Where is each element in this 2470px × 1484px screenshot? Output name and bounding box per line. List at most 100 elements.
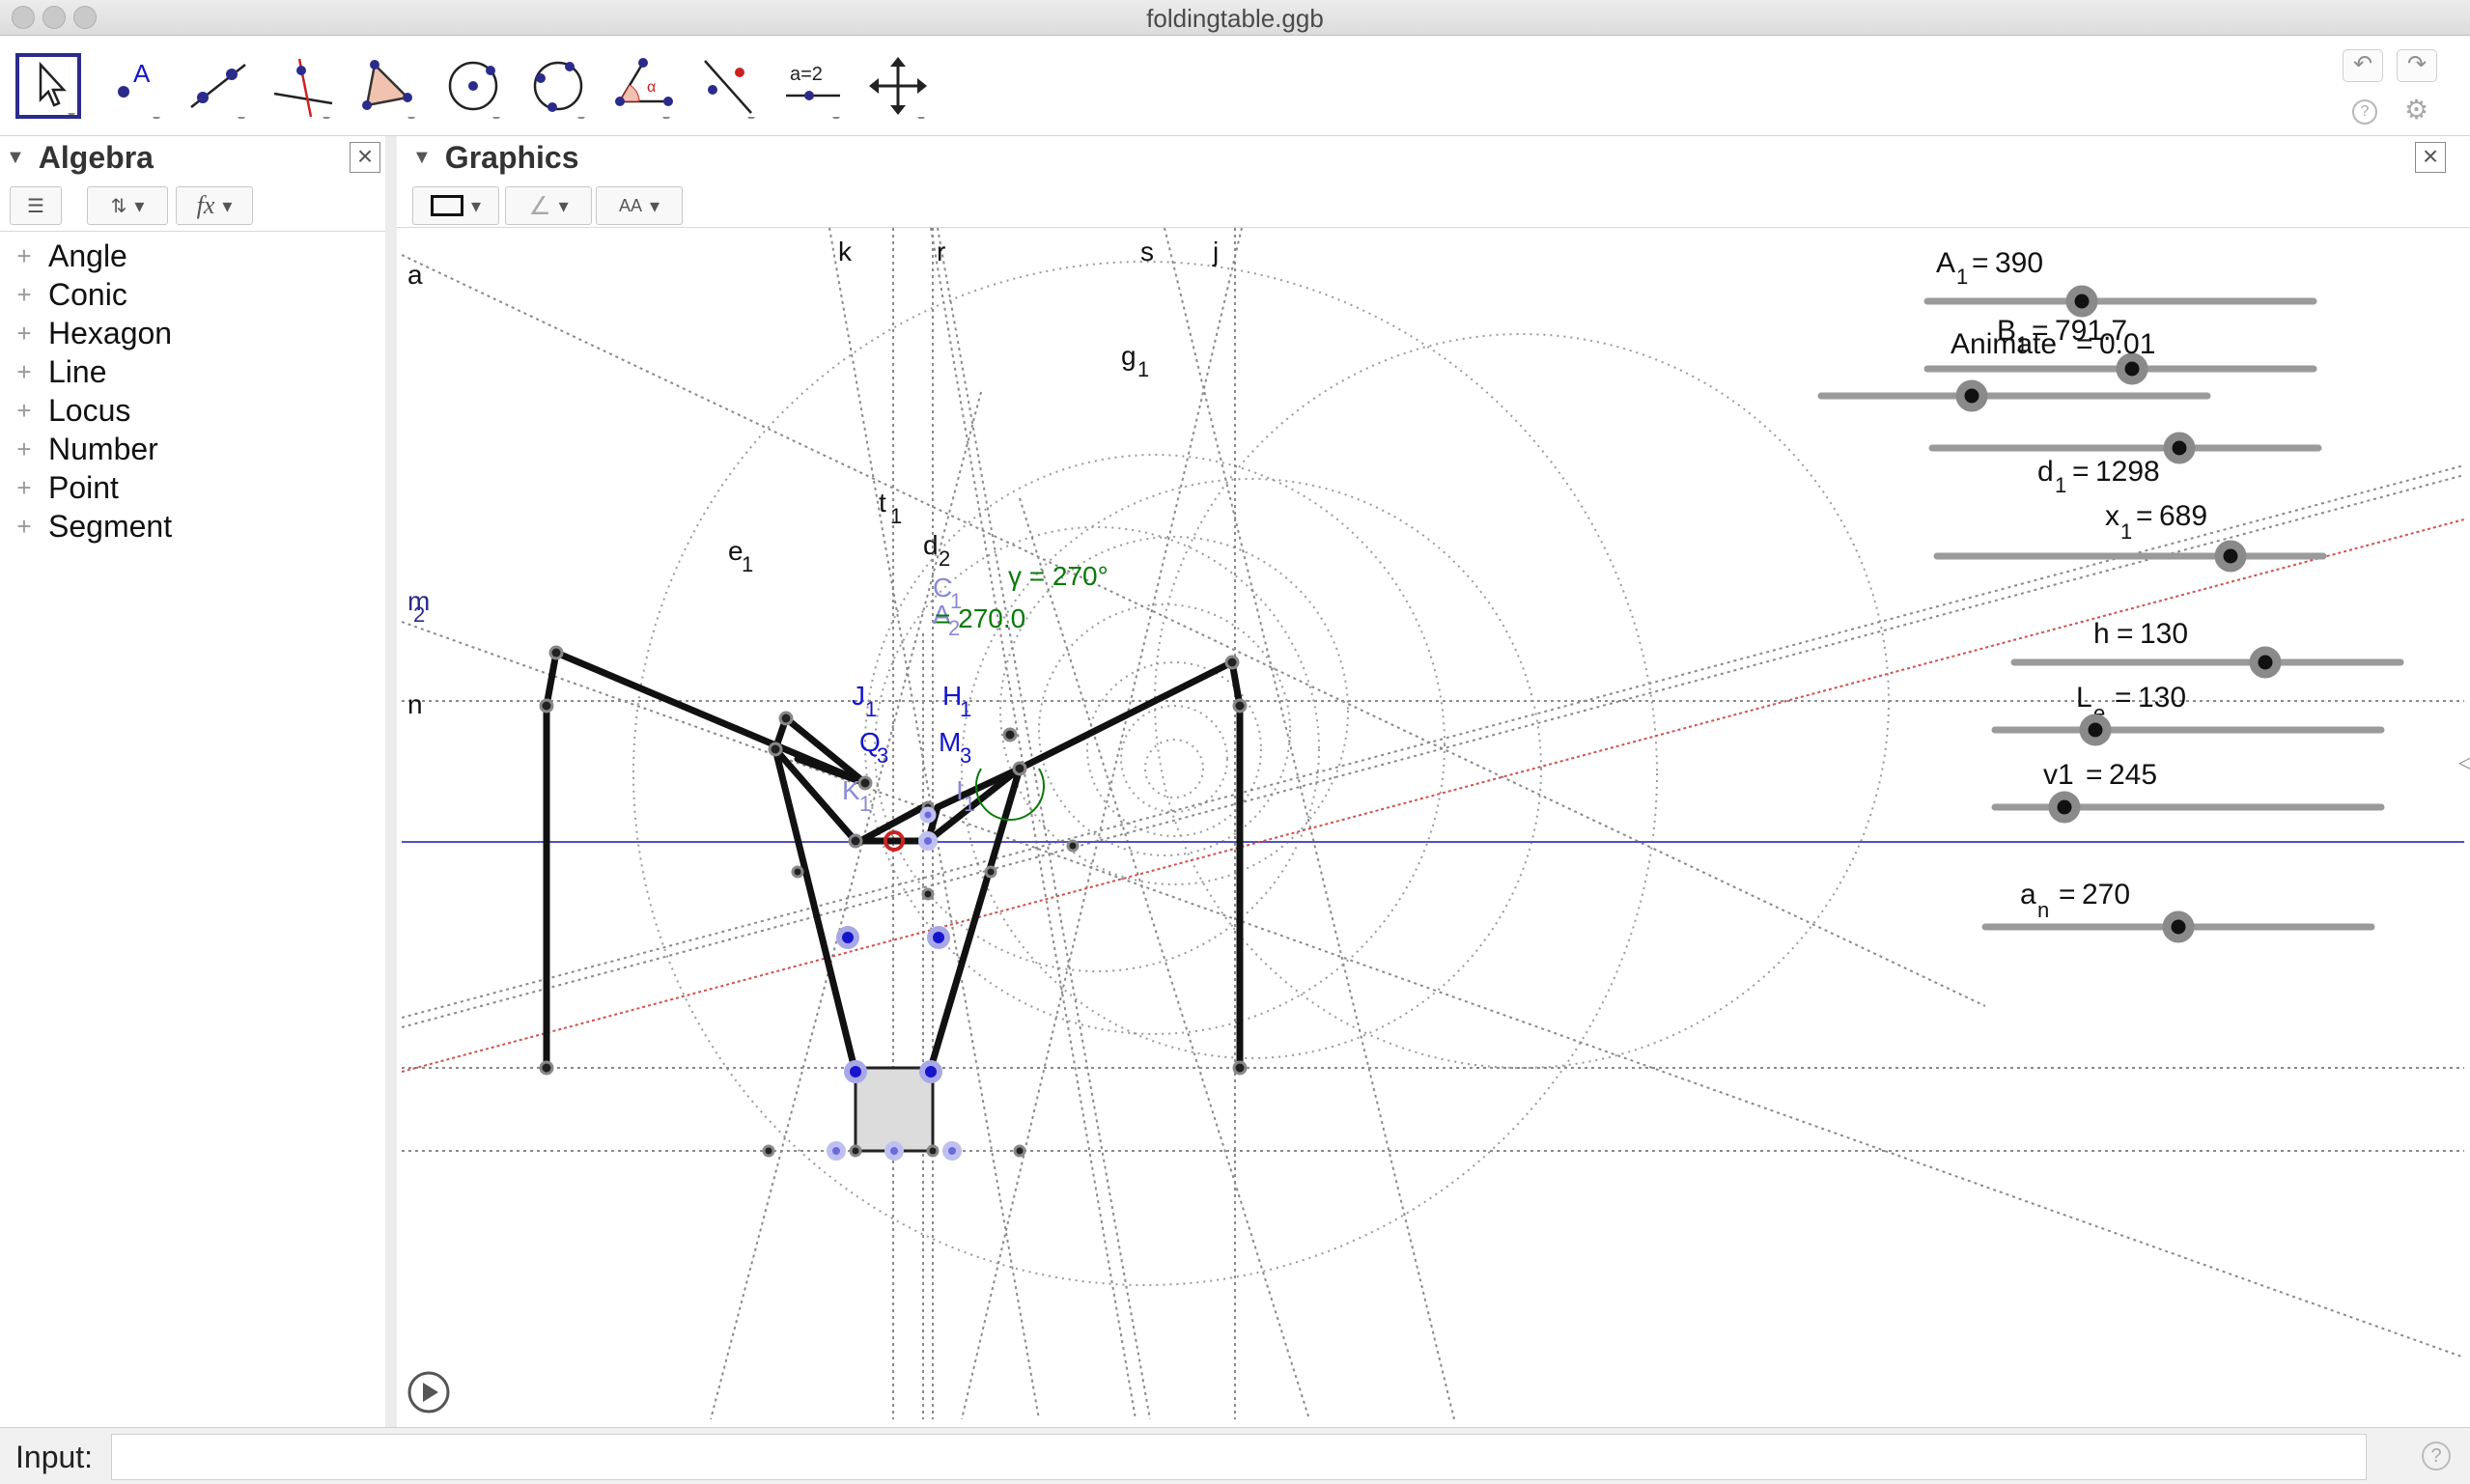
angle-tool-button[interactable]: α [610,53,676,119]
input-help-icon[interactable]: ? [2422,1442,2451,1470]
slider-equals: = [2086,759,2103,791]
algebra-category-locus[interactable]: + Locus [0,391,130,430]
angle-label-gamma: γ = 270° [1008,561,1109,591]
chevron-down-icon: ▾ [470,195,482,217]
point-q3[interactable] [844,1060,867,1083]
point-h1[interactable] [927,926,950,949]
move-graphics-view-tool-button[interactable] [865,53,931,119]
point-label-m-sub: 3 [960,743,971,768]
text-style-button[interactable]: AA ▾ [596,186,683,225]
algebra-category-number[interactable]: + Number [0,430,157,468]
point-label-j: J [852,681,865,711]
point-c1[interactable] [919,806,937,824]
settings-icon[interactable]: ⚙ [2404,94,2428,126]
chevron-down-icon: ▾ [558,195,569,217]
slider-tool-button[interactable]: a=2 [780,53,846,119]
point-label-j-sub: 1 [865,697,877,721]
line-label-d-sub: 2 [939,546,950,571]
slider-a1[interactable]: A 1 = 390 [1923,247,2317,318]
point-tool-button[interactable]: A [100,53,166,119]
slider-equals: = [2059,879,2076,910]
help-icon[interactable]: ? [2352,99,2377,125]
line-style-button[interactable]: ▾ [412,186,499,225]
expand-plus-icon: + [16,395,32,425]
polygon-tool-button[interactable] [355,53,421,119]
line-label-a: a [407,260,423,290]
move-arrows-icon [869,57,927,119]
redo-button[interactable]: ↷ [2397,49,2437,82]
svg-text:α: α [647,79,656,96]
input-field[interactable] [111,1434,2367,1480]
table-point [1224,655,1240,670]
line-label-d: d [923,530,939,560]
expand-plus-icon: + [16,511,32,541]
slider-d1[interactable]: d 1 = 1298 [2037,456,2160,497]
panel-splitter[interactable] [385,136,397,1427]
slider-v1[interactable]: v1 = 245 [1991,759,2385,824]
slider-label: h [2093,618,2110,650]
slider-icon: a=2 [786,64,840,119]
slider-knob[interactable] [2048,791,2081,824]
point-k1[interactable] [827,1141,846,1161]
slider-label: L [2076,682,2092,714]
slider-knob[interactable] [2162,910,2195,943]
slider-equals: = [2117,618,2134,650]
algebra-category-angle[interactable]: + Angle [0,237,126,275]
algebra-fx-button[interactable]: fx ▾ [176,186,253,225]
close-graphics-button[interactable]: × [2415,142,2446,173]
algebra-category-segment[interactable]: + Segment [0,507,172,546]
slider-knob[interactable] [2079,714,2112,746]
slider-knob[interactable] [2116,352,2148,385]
point-m3[interactable] [919,1060,942,1083]
input-label: Input: [15,1440,94,1474]
close-algebra-button[interactable]: × [350,142,380,173]
table-point [548,645,564,660]
graphics-panel-header[interactable]: ▼ Graphics [412,136,579,179]
line-label-t-sub: 1 [890,504,902,528]
algebra-category-line[interactable]: + Line [0,352,106,391]
point-a2[interactable] [918,831,938,851]
algebra-description-button[interactable]: ☰ [10,186,62,225]
algebra-sort-button[interactable]: ⇅ ▾ [87,186,168,225]
angle-style-button[interactable]: ∠ ▾ [505,186,592,225]
algebra-panel-header[interactable]: ▼ Algebra [6,136,154,179]
point-j1[interactable] [836,926,859,949]
slider-an[interactable]: a n = 270 [1981,879,2375,943]
collapse-triangle-icon: ▼ [412,146,432,168]
algebra-category-point[interactable]: + Point [0,468,119,507]
line-label-m-sub: 2 [413,602,425,627]
sliders: A 1 = 390 B 1 = 791.7 Animate = 0.01 d 1 = 1298 [1817,247,2404,943]
point-i1[interactable] [942,1141,962,1161]
point-base-mid[interactable] [884,1141,904,1161]
point-label-k: K [842,775,860,805]
slider-h[interactable]: h = 130 [2010,618,2404,679]
table-point [1013,1144,1026,1158]
table-point [1232,698,1248,714]
reflect-tool-button[interactable] [695,53,761,119]
slider-le[interactable]: Le = 130 [1991,682,2385,746]
slider-x1[interactable]: x 1 = 689 [1933,500,2327,573]
slider-knob[interactable] [2249,646,2282,679]
expand-plus-icon: + [16,472,32,502]
conic-tool-button[interactable] [525,53,591,119]
algebra-category-conic[interactable]: + Conic [0,275,126,314]
slider-label: d [2037,456,2054,488]
point-label-q-sub: 3 [877,743,888,768]
line-tool-button[interactable] [185,53,251,119]
undo-button[interactable]: ↶ [2343,49,2383,82]
slider-knob[interactable] [2214,540,2247,573]
slider-knob[interactable] [2163,432,2196,464]
line-s [1164,228,1455,1419]
slider-knob[interactable] [1955,379,1988,412]
circle-tool-button[interactable] [440,53,506,119]
chevron-down-icon: ▾ [222,195,233,217]
graphics-canvas[interactable]: a k r s j n m 2 g 1 t 1 d 2 e 1 C 1 A 2 … [402,228,2464,1419]
algebra-category-hexagon[interactable]: + Hexagon [0,314,172,352]
window-title: foldingtable.ggb [1146,4,1324,33]
collapse-right-icon[interactable]: ◁ [2458,750,2470,779]
perpendicular-line-tool-button[interactable] [270,53,336,119]
slider-knob[interactable] [2065,285,2098,318]
perpendicular-line-icon [273,58,333,119]
move-tool-button[interactable] [15,53,81,119]
play-button[interactable] [407,1371,450,1414]
